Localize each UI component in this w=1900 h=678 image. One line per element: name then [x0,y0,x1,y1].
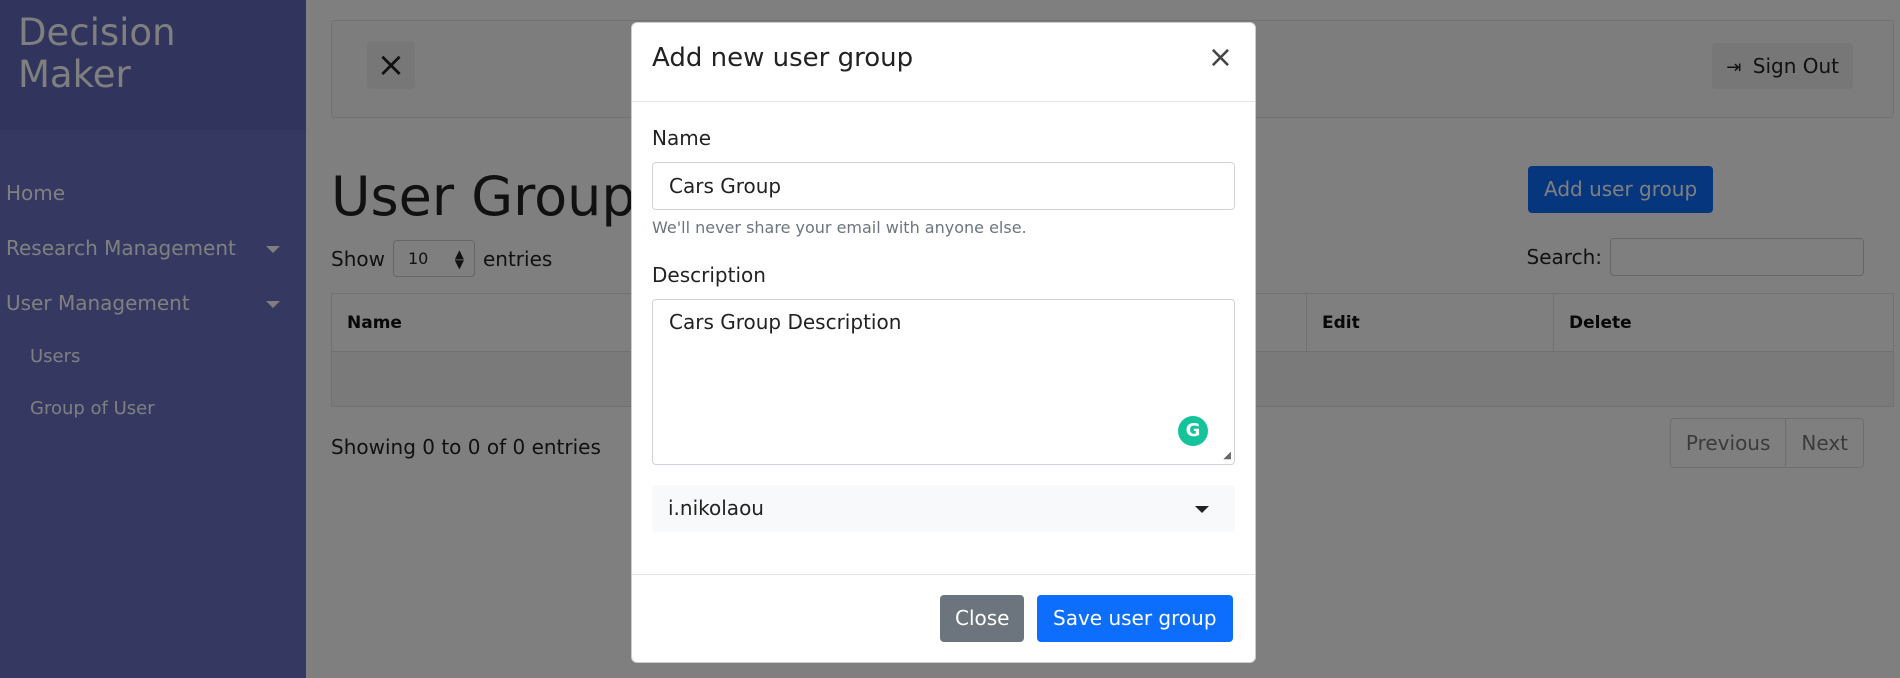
description-text: Cars Group Description [669,310,902,334]
name-help-text: We'll never share your email with anyone… [652,218,1027,237]
modal-title: Add new user group [652,43,914,73]
name-label: Name [652,126,712,150]
modal-body: Name Cars Group We'll never share your e… [632,102,1255,532]
close-icon[interactable]: × [1208,43,1233,73]
user-select[interactable]: i.nikolaou [652,485,1235,532]
save-user-group-button[interactable]: Save user group [1037,595,1233,642]
user-select-value: i.nikolaou [668,496,764,520]
add-user-group-modal: Add new user group × Name Cars Group We'… [631,22,1256,663]
resize-handle-icon[interactable]: ◢ [1223,450,1231,461]
name-field[interactable]: Cars Group [652,162,1235,210]
close-button[interactable]: Close [940,595,1025,642]
description-field[interactable]: Cars Group Description G ◢ [652,299,1235,465]
chevron-down-icon [1195,506,1209,513]
description-label: Description [652,263,766,287]
grammarly-icon[interactable]: G [1178,416,1208,446]
modal-header: Add new user group × [632,23,1255,102]
modal-footer: Close Save user group [632,574,1255,662]
